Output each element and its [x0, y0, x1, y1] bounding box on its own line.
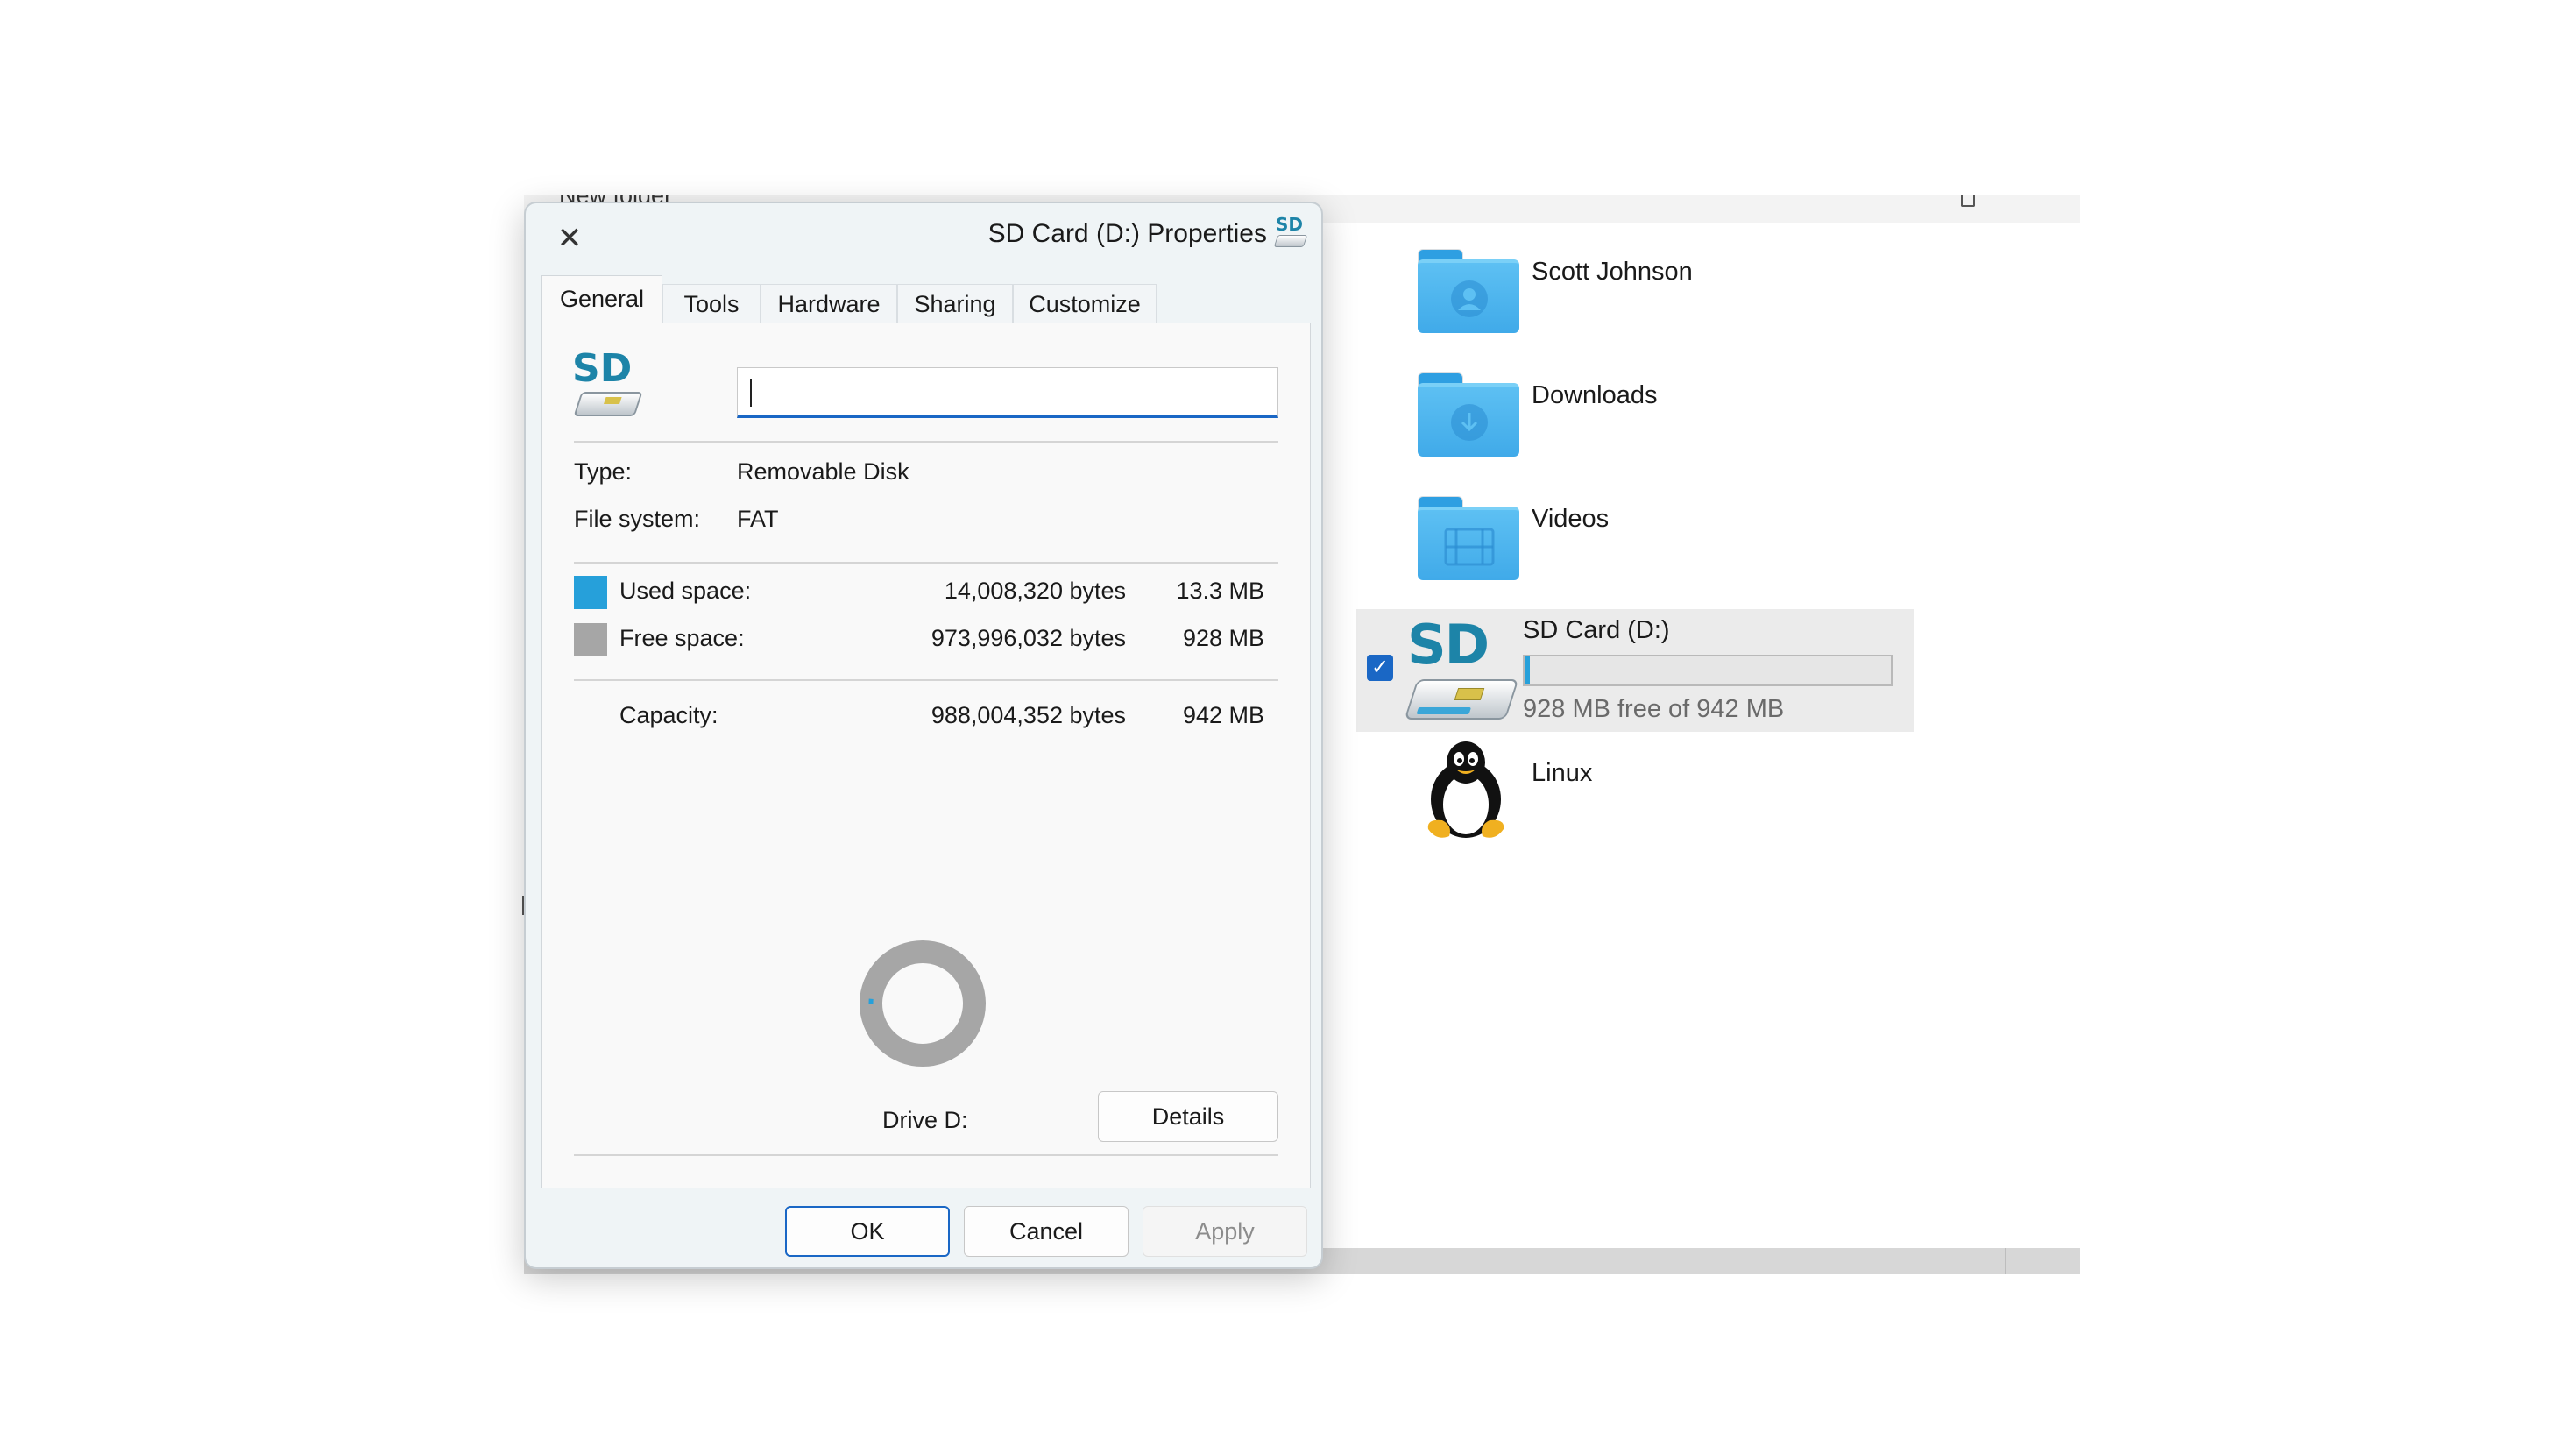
details-button[interactable]: Details: [1098, 1091, 1278, 1142]
toolbar-icon[interactable]: [1961, 195, 1975, 207]
drive-name-input[interactable]: [737, 367, 1278, 418]
divider: [574, 679, 1278, 681]
drive-usage-bar: [1523, 655, 1893, 686]
item-label: SD Card (D:): [1523, 616, 1670, 644]
divider: [574, 1154, 1278, 1156]
ok-button[interactable]: OK: [785, 1206, 950, 1257]
selection-checkbox[interactable]: ✓: [1367, 655, 1393, 681]
sd-card-large-icon: SD: [572, 346, 633, 391]
tab-sharing[interactable]: Sharing: [897, 284, 1013, 324]
free-space-bytes: 973,996,032 bytes: [931, 625, 1126, 651]
sd-card-drive-icon: SD: [1407, 613, 1490, 677]
sd-card-title-icon: SD: [1272, 214, 1309, 254]
tab-customize[interactable]: Customize: [1013, 284, 1157, 324]
drive-free-text: 928 MB free of 942 MB: [1523, 695, 1785, 723]
dialog-title: SD Card (D:) Properties: [987, 219, 1267, 248]
user-folder-icon: [1418, 249, 1519, 333]
desktop: New folder Scott Johnson: [0, 0, 2576, 1454]
item-label: Scott Johnson: [1532, 258, 1693, 286]
downloads-folder-icon: [1418, 372, 1519, 457]
item-label: Downloads: [1532, 381, 1658, 409]
used-space-bytes: 14,008,320 bytes: [944, 578, 1126, 604]
item-label: Videos: [1532, 505, 1610, 533]
tab-tools[interactable]: Tools: [662, 284, 761, 324]
type-value: Removable Disk: [737, 458, 909, 485]
free-space-swatch: [574, 623, 607, 656]
status-bar-divider: [2005, 1248, 2006, 1274]
properties-dialog: ✕ SD Card (D:) Properties SD General Too…: [524, 202, 1323, 1269]
type-label: Type:: [574, 458, 633, 485]
text-caret: [750, 379, 752, 407]
apply-button[interactable]: Apply: [1143, 1206, 1307, 1257]
used-space-swatch: [574, 576, 607, 609]
tab-hardware[interactable]: Hardware: [761, 284, 897, 324]
disk-usage-donut: [860, 940, 986, 1067]
donut-free-ring: [860, 940, 986, 1067]
drive-letter-label: Drive D:: [882, 1107, 968, 1133]
videos-folder-icon: [1418, 496, 1519, 580]
close-icon[interactable]: ✕: [552, 221, 587, 256]
divider: [574, 441, 1278, 443]
divider: [574, 562, 1278, 564]
cancel-button[interactable]: Cancel: [964, 1206, 1129, 1257]
used-space-label: Used space:: [619, 578, 752, 604]
capacity-bytes: 988,004,352 bytes: [931, 702, 1126, 728]
general-tab-panel: SD Type: Removable Disk File system: FAT…: [541, 323, 1311, 1188]
used-space-size: 13.3 MB: [1176, 578, 1264, 604]
capacity-label: Capacity:: [619, 702, 718, 728]
list-item-sd-card[interactable]: ✓ SD SD Card (D:) 928 MB free of 942 MB: [1356, 609, 1914, 732]
tab-general[interactable]: General: [541, 275, 662, 326]
free-space-label: Free space:: [619, 625, 745, 651]
sd-card-image-icon: [573, 392, 643, 416]
file-system-value: FAT: [737, 506, 779, 532]
drive-usage-fill: [1525, 656, 1530, 684]
free-space-size: 928 MB: [1182, 625, 1264, 651]
item-label: Linux: [1532, 759, 1593, 787]
linux-penguin-icon: [1427, 741, 1504, 838]
capacity-size: 942 MB: [1182, 702, 1264, 728]
file-system-label: File system:: [574, 506, 701, 532]
sd-card-image-icon: [1404, 679, 1519, 720]
